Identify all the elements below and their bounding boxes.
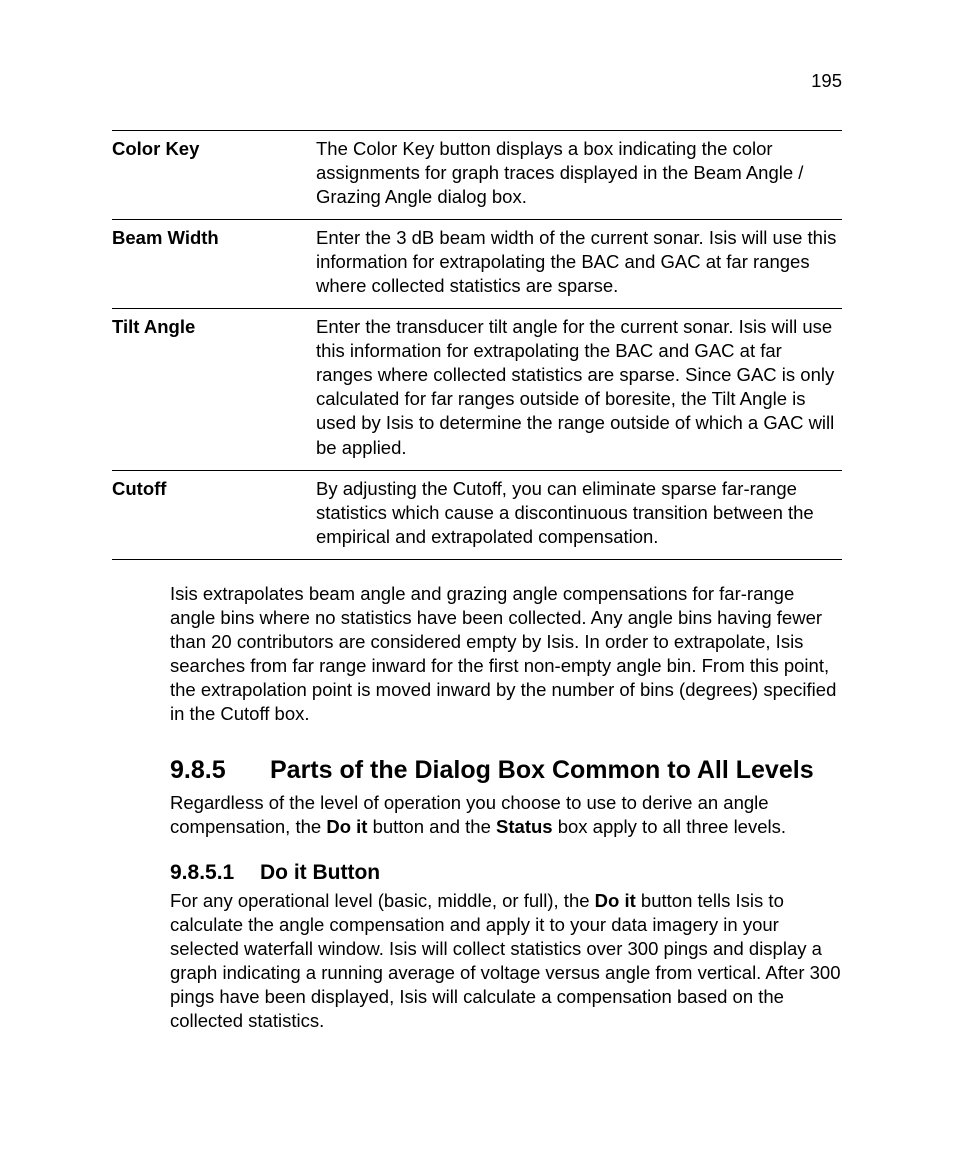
term-cell: Beam Width	[112, 220, 316, 309]
do-it-label: Do it	[326, 816, 367, 837]
do-it-label: Do it	[595, 890, 636, 911]
desc-cell: Enter the transducer tilt angle for the …	[316, 309, 842, 470]
page-number: 195	[811, 70, 842, 92]
section-heading: 9.8.5Parts of the Dialog Box Common to A…	[170, 756, 842, 785]
desc-cell: The Color Key button displays a box indi…	[316, 131, 842, 220]
text: box apply to all three levels.	[553, 816, 786, 837]
subsection-number: 9.8.5.1	[170, 861, 260, 885]
section-number: 9.8.5	[170, 756, 270, 785]
subsection-title: Do it Button	[260, 861, 380, 884]
section-intro-paragraph: Regardless of the level of operation you…	[170, 791, 842, 839]
subsection-heading: 9.8.5.1Do it Button	[170, 861, 842, 885]
extrapolation-paragraph: Isis extrapolates beam angle and grazing…	[170, 582, 842, 726]
section-title: Parts of the Dialog Box Common to All Le…	[270, 756, 814, 784]
table-row: Color Key The Color Key button displays …	[112, 131, 842, 220]
page: 195 Color Key The Color Key button displ…	[0, 0, 954, 1159]
term-cell: Cutoff	[112, 470, 316, 559]
desc-cell: By adjusting the Cutoff, you can elimina…	[316, 470, 842, 559]
text: button tells Isis to calculate the angle…	[170, 890, 841, 1031]
text: button and the	[367, 816, 496, 837]
status-label: Status	[496, 816, 553, 837]
definitions-table: Color Key The Color Key button displays …	[112, 130, 842, 560]
table-row: Beam Width Enter the 3 dB beam width of …	[112, 220, 842, 309]
term-cell: Tilt Angle	[112, 309, 316, 470]
table-row: Cutoff By adjusting the Cutoff, you can …	[112, 470, 842, 559]
term-cell: Color Key	[112, 131, 316, 220]
text: For any operational level (basic, middle…	[170, 890, 595, 911]
do-it-paragraph: For any operational level (basic, middle…	[170, 889, 842, 1033]
desc-cell: Enter the 3 dB beam width of the current…	[316, 220, 842, 309]
table-row: Tilt Angle Enter the transducer tilt ang…	[112, 309, 842, 470]
